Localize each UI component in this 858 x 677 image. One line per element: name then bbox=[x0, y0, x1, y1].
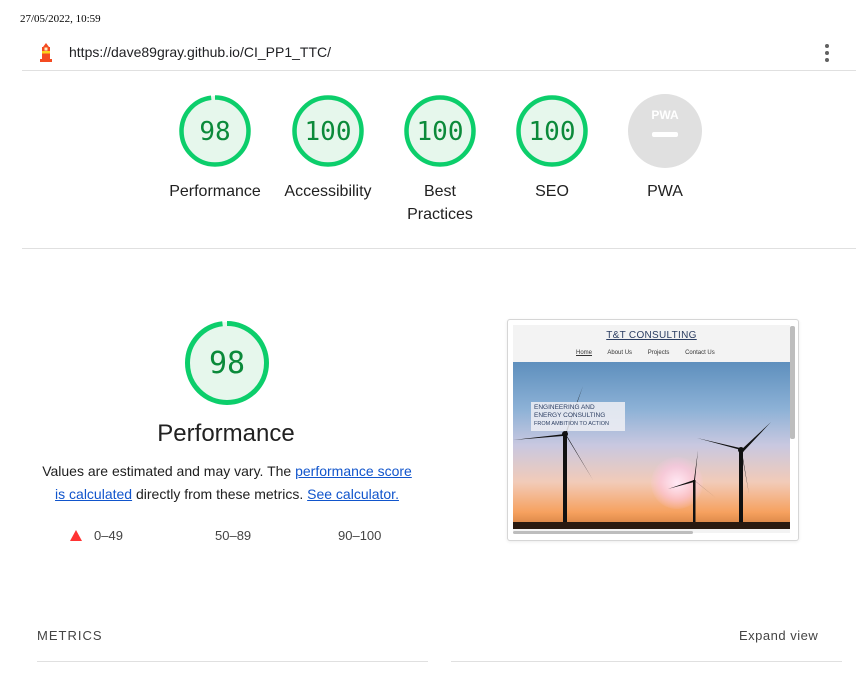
performance-big-gauge: 98 bbox=[185, 321, 269, 405]
final-screenshot[interactable]: T&T CONSULTING Home About Us Projects Co… bbox=[507, 319, 799, 541]
metrics-divider-left bbox=[37, 661, 428, 662]
site-nav-item: Contact Us bbox=[685, 350, 715, 356]
fail-triangle-icon bbox=[70, 530, 82, 541]
gauge-score: 100 bbox=[529, 117, 576, 147]
legend-fail: 0–49 bbox=[70, 528, 123, 543]
site-nav: Home About Us Projects Contact Us bbox=[576, 350, 729, 356]
expand-view-button[interactable]: Expand view bbox=[739, 628, 818, 643]
hero-caption-line: ENGINEERING AND bbox=[534, 404, 595, 411]
metrics-divider-right bbox=[451, 661, 842, 662]
gauge-label: Performance bbox=[169, 183, 261, 200]
gauge-score: 98 bbox=[199, 117, 230, 147]
gauge-label: SEO bbox=[535, 183, 569, 200]
seo-gauge-ring: 100 bbox=[516, 95, 588, 167]
screenshot-thumbnail: T&T CONSULTING Home About Us Projects Co… bbox=[513, 325, 790, 533]
desc-text: directly from these metrics. bbox=[132, 486, 308, 502]
legend-average-range: 50–89 bbox=[215, 528, 252, 543]
metrics-heading: METRICS bbox=[37, 628, 103, 643]
gauge-pwa[interactable]: PWA PWA bbox=[613, 93, 717, 203]
performance-score: 98 bbox=[209, 346, 245, 381]
gauge-label: PWA bbox=[647, 183, 683, 200]
gauge-performance[interactable]: 98 Performance bbox=[163, 93, 267, 203]
hero-image: ENGINEERING AND ENERGY CONSULTING FROM A… bbox=[513, 362, 790, 529]
performance-title: Performance bbox=[157, 420, 295, 447]
legend-pass: 90–100 bbox=[338, 528, 381, 543]
gauge-seo[interactable]: 100 SEO bbox=[500, 93, 604, 203]
best-practices-gauge-ring: 100 bbox=[404, 95, 476, 167]
section-divider bbox=[22, 248, 856, 249]
desc-text: Values are estimated and may vary. The bbox=[42, 463, 296, 479]
performance-gauge-ring: 98 bbox=[179, 95, 251, 167]
see-calculator-link[interactable]: See calculator. bbox=[307, 486, 399, 502]
screenshot-hscrollbar bbox=[513, 531, 693, 534]
gauge-best-practices[interactable]: 100 Best Practices bbox=[388, 93, 492, 226]
pwa-badge-text: PWA bbox=[651, 108, 679, 122]
pwa-badge-icon: PWA bbox=[628, 94, 702, 168]
hero-caption-line: ENERGY CONSULTING bbox=[534, 412, 606, 419]
hero-caption-line: FROM AMBITION TO ACTION bbox=[534, 421, 609, 427]
legend-average: 50–89 bbox=[215, 528, 251, 543]
legend-fail-range: 0–49 bbox=[94, 528, 123, 543]
site-header: T&T CONSULTING Home About Us Projects Co… bbox=[513, 325, 790, 362]
gauge-score: 100 bbox=[417, 117, 464, 147]
performance-description: Values are estimated and may vary. The p… bbox=[36, 460, 418, 506]
legend-pass-range: 90–100 bbox=[338, 528, 382, 543]
screenshot-scrollbar bbox=[790, 326, 795, 439]
gauge-accessibility[interactable]: 100 Accessibility bbox=[276, 93, 380, 203]
site-nav-item: Home bbox=[576, 350, 593, 356]
wind-turbines-illustration bbox=[513, 386, 790, 529]
score-gauges: 98 Performance 100 Accessibility 100 Bes… bbox=[0, 0, 858, 248]
site-title: T&T CONSULTING bbox=[606, 330, 697, 341]
hero-caption: ENGINEERING AND ENERGY CONSULTING FROM A… bbox=[531, 402, 625, 431]
gauge-score: 100 bbox=[305, 117, 352, 147]
gauge-label: Best Practices bbox=[407, 183, 473, 223]
site-nav-item: Projects bbox=[647, 350, 670, 356]
site-nav-item: About Us bbox=[607, 350, 633, 356]
accessibility-gauge-ring: 100 bbox=[292, 95, 364, 167]
gauge-label: Accessibility bbox=[284, 183, 372, 200]
